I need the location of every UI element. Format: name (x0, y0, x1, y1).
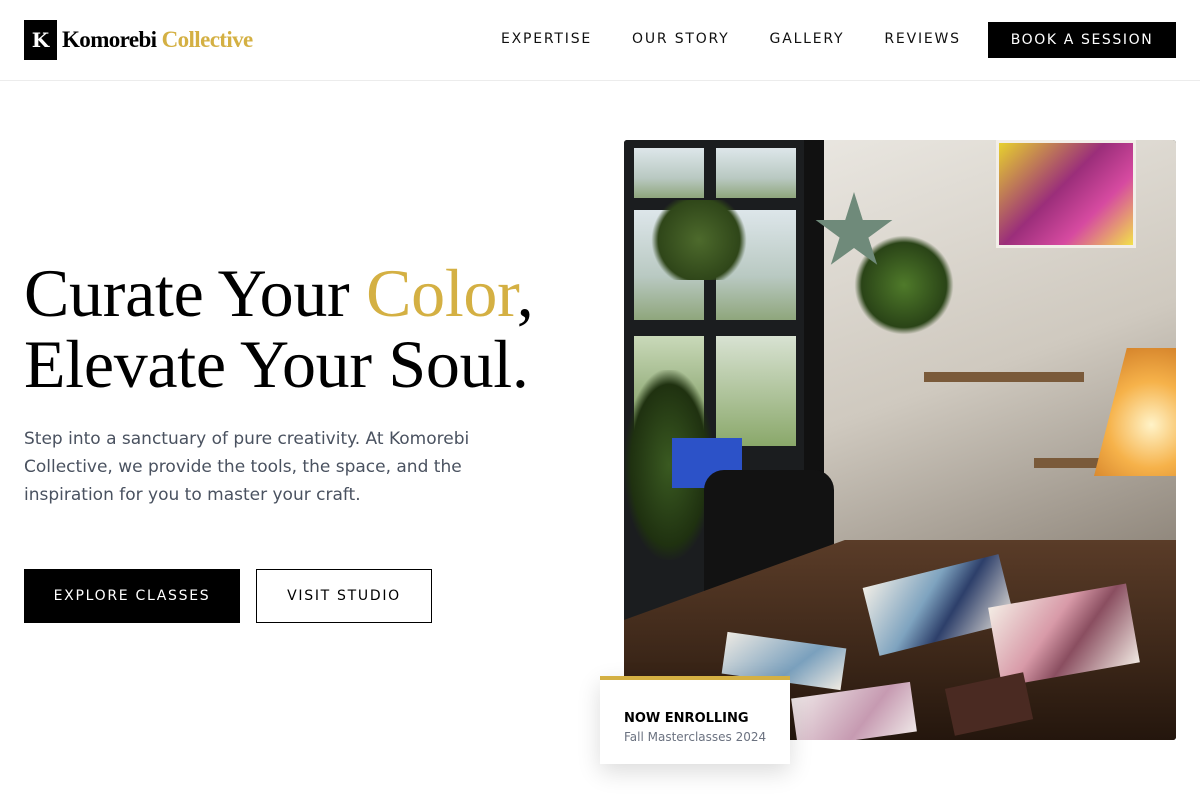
nav-item-our-story[interactable]: OUR STORY (632, 31, 730, 47)
nav-item-expertise[interactable]: EXPERTISE (501, 31, 592, 47)
window-pane (716, 336, 796, 446)
headline-part2: , (516, 255, 534, 331)
visit-studio-button[interactable]: VISIT STUDIO (256, 569, 432, 623)
studio-photo (624, 140, 1176, 740)
logo-text: Komorebi Collective (62, 27, 253, 53)
site-header: K Komorebi Collective EXPERTISE OUR STOR… (0, 0, 1200, 81)
logo-text-accent: Collective (161, 27, 254, 52)
book-session-button[interactable]: BOOK A SESSION (988, 22, 1176, 58)
hero-headline: Curate Your Color, Elevate Your Soul. (24, 255, 534, 402)
hanging-plant (644, 200, 754, 280)
window-pane (716, 148, 796, 198)
hero-intro: Step into a sanctuary of pure creativity… (24, 429, 470, 505)
headline-accent: Color (366, 255, 517, 331)
nav-item-gallery[interactable]: GALLERY (770, 31, 845, 47)
logo[interactable]: K Komorebi Collective (24, 20, 253, 60)
wall-shelf (924, 372, 1084, 382)
logo-text-primary: Komorebi (62, 27, 157, 52)
headline-line2: Elevate Your Soul. (24, 326, 529, 402)
nav-item-reviews[interactable]: REVIEWS (884, 31, 960, 47)
logo-mark: K (24, 20, 57, 60)
window-pane (634, 148, 704, 198)
explore-classes-button[interactable]: EXPLORE CLASSES (24, 569, 240, 623)
headline-part1: Curate Your (24, 255, 367, 331)
main-nav: EXPERTISE OUR STORY GALLERY REVIEWS (501, 31, 1001, 47)
enrolling-badge: NOW ENROLLING Fall Masterclasses 2024 (600, 676, 790, 764)
wall-artwork (996, 140, 1136, 248)
badge-title: NOW ENROLLING (624, 711, 749, 726)
badge-subtitle: Fall Masterclasses 2024 (624, 730, 767, 744)
